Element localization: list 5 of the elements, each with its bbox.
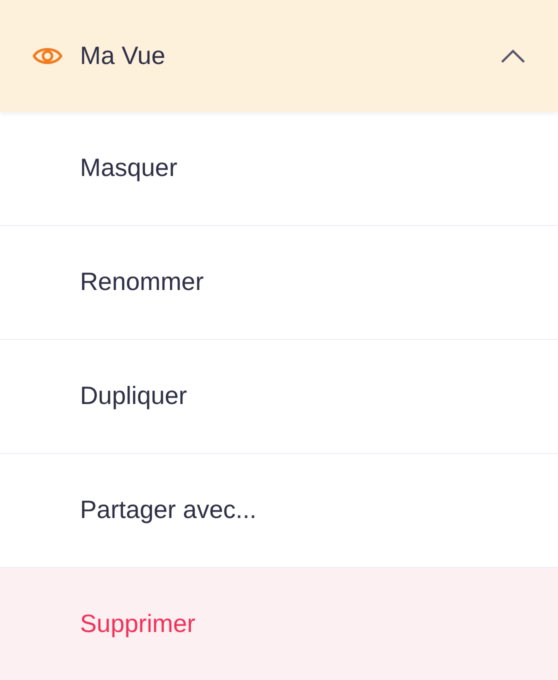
menu-header[interactable]: Ma Vue xyxy=(0,0,558,112)
eye-icon xyxy=(32,45,63,67)
view-title: Ma Vue xyxy=(80,42,166,70)
delete-menu-item[interactable]: Supprimer xyxy=(0,568,558,680)
collapse-button[interactable] xyxy=(500,48,526,64)
